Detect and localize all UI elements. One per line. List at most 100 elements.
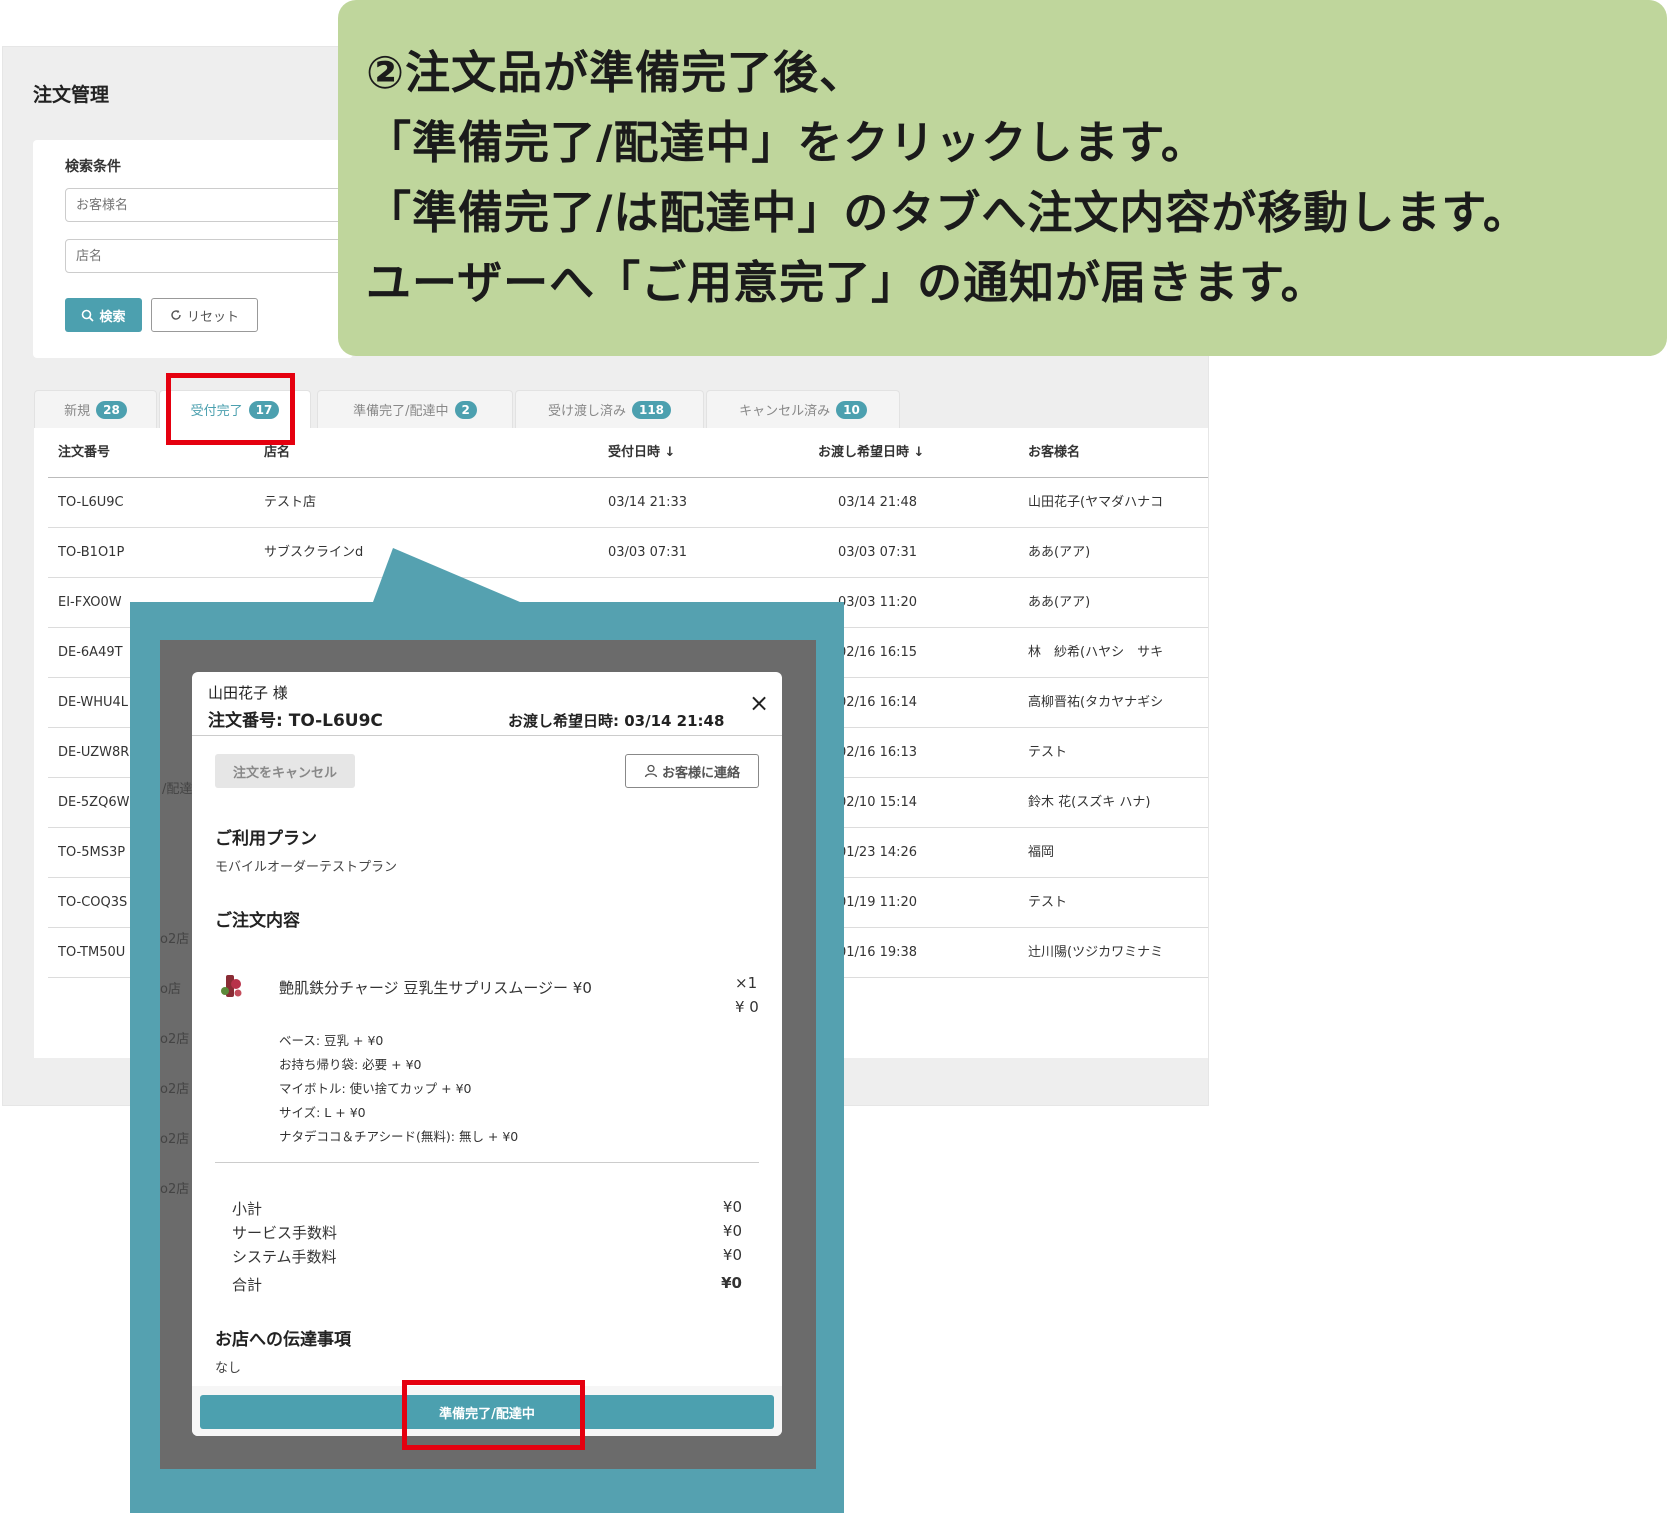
highlight-accepted-tab bbox=[166, 373, 295, 445]
backdrop-text: o2店 bbox=[160, 932, 190, 947]
contact-button-label: お客様に連絡 bbox=[661, 765, 740, 781]
item-option: ナタデココ＆チアシード(無料): 無し + ¥0 bbox=[279, 1129, 519, 1144]
plan-name: モバイルオーダーテストプラン bbox=[215, 860, 398, 875]
tab-label: 受け渡し済み bbox=[547, 404, 626, 419]
column-header-pickup-at[interactable]: お渡し希望日時 ↓ bbox=[818, 428, 1008, 478]
service-fee-value: ¥0 bbox=[722, 1222, 742, 1240]
plan-heading: ご利用プラン bbox=[215, 829, 317, 849]
column-header-store[interactable]: 店名 bbox=[264, 428, 584, 478]
pickup-datetime: お渡し希望日時: 03/14 21:48 bbox=[508, 712, 725, 730]
customer-name: 山田花子 様 bbox=[208, 684, 288, 702]
subtotal-label: 小計 bbox=[232, 1200, 263, 1218]
search-button[interactable]: 検索 bbox=[65, 298, 142, 332]
order-number: 注文番号: TO-L6U9C bbox=[208, 711, 383, 731]
callout-text: ②注文品が準備完了後、 「準備完了/配達中」をクリックします。 「準備完了/は配… bbox=[366, 38, 1529, 318]
cell-customer: 福岡 bbox=[1028, 845, 1055, 860]
cell-customer: 林 紗希(ハヤシ サキ bbox=[1028, 645, 1164, 660]
item-option: お持ち帰り袋: 必要 + ¥0 bbox=[279, 1057, 422, 1072]
backdrop-text: o2店 bbox=[160, 1032, 190, 1047]
highlight-ready-button bbox=[402, 1380, 585, 1450]
table-row[interactable]: TO-L6U9C テスト店 03/14 21:33 03/14 21:48 山田… bbox=[48, 478, 1208, 528]
page-title: 注文管理 bbox=[33, 84, 110, 106]
tab-label: キャンセル済み bbox=[739, 404, 831, 419]
cell-customer: 鈴木 花(スズキ ハナ) bbox=[1028, 795, 1151, 810]
item-price: ¥ 0 bbox=[735, 998, 759, 1016]
total-label: 合計 bbox=[232, 1276, 263, 1294]
service-fee-label: サービス手数料 bbox=[232, 1224, 338, 1242]
tab-ready-delivering[interactable]: 準備完了/配達中 2 bbox=[317, 390, 513, 428]
cell-customer: 辻川陽(ツジカワミナミ bbox=[1028, 945, 1164, 960]
item-name: 艶肌鉄分チャージ 豆乳生サプリスムージー ¥0 bbox=[279, 979, 592, 997]
reset-button-label: リセット bbox=[186, 309, 239, 325]
customer-name-input[interactable] bbox=[65, 188, 365, 222]
instruction-callout: ②注文品が準備完了後、 「準備完了/配達中」をクリックします。 「準備完了/は配… bbox=[338, 0, 1667, 356]
item-option: マイボトル: 使い捨てカップ + ¥0 bbox=[279, 1081, 472, 1096]
search-icon bbox=[82, 309, 95, 322]
backdrop-text: o2店 bbox=[160, 1132, 190, 1147]
tab-label: 新規 bbox=[64, 404, 91, 419]
order-contents-heading: ご注文内容 bbox=[215, 911, 300, 931]
refresh-icon bbox=[171, 310, 181, 320]
cancel-order-button[interactable]: 注文をキャンセル bbox=[215, 754, 355, 788]
cell-customer: テスト bbox=[1028, 895, 1068, 910]
tab-count-badge: 10 bbox=[836, 400, 867, 419]
cell-order-no: TO-B1O1P bbox=[58, 545, 125, 560]
close-icon[interactable]: × bbox=[748, 691, 770, 715]
tab-count-badge: 28 bbox=[96, 400, 127, 419]
callout-line: 「準備完了/配達中」をクリックします。 bbox=[366, 116, 1207, 169]
cell-pickup-at: 01/23 14:26 bbox=[838, 845, 918, 860]
backdrop-text: o2店 bbox=[160, 1082, 190, 1097]
cell-pickup-at: 02/16 16:15 bbox=[838, 645, 918, 660]
callout-line: 「準備完了/は配達中」のタブへ注文内容が移動します。 bbox=[366, 186, 1529, 239]
tab-new[interactable]: 新規 28 bbox=[34, 390, 157, 428]
search-heading: 検索条件 bbox=[65, 159, 121, 175]
search-button-label: 検索 bbox=[99, 309, 126, 325]
store-note-heading: お店への伝達事項 bbox=[215, 1330, 351, 1350]
reset-button[interactable]: リセット bbox=[151, 298, 258, 332]
tab-label: 準備完了/配達中 bbox=[353, 404, 449, 419]
cell-store: サブスクラインd bbox=[264, 545, 364, 560]
search-card: 検索条件 検索 リセット bbox=[33, 140, 365, 358]
cell-customer: 山田花子(ヤマダハナコ bbox=[1028, 495, 1164, 510]
tab-cancelled[interactable]: キャンセル済み 10 bbox=[706, 390, 900, 428]
cell-pickup-at: 02/16 16:13 bbox=[838, 745, 918, 760]
table-row[interactable]: TO-B1O1P サブスクラインd 03/03 07:31 03/03 07:3… bbox=[48, 528, 1208, 578]
cell-customer: テスト bbox=[1028, 745, 1068, 760]
user-icon bbox=[644, 764, 658, 778]
item-option: ベース: 豆乳 + ¥0 bbox=[279, 1033, 384, 1048]
callout-line: ②注文品が準備完了後、 bbox=[366, 46, 866, 99]
cell-customer: ああ(アア) bbox=[1028, 545, 1091, 560]
cell-pickup-at: 03/03 07:31 bbox=[838, 545, 918, 560]
system-fee-value: ¥0 bbox=[722, 1246, 742, 1264]
cell-store: テスト店 bbox=[264, 495, 317, 510]
order-detail-modal: 山田花子 様 注文番号: TO-L6U9C お渡し希望日時: 03/14 21:… bbox=[192, 672, 782, 1436]
cell-order-no: TO-L6U9C bbox=[58, 495, 124, 510]
item-quantity: ×1 bbox=[735, 974, 758, 992]
divider bbox=[215, 1162, 759, 1163]
contact-customer-button[interactable]: お客様に連絡 bbox=[625, 754, 759, 788]
cell-received-at: 03/14 21:33 bbox=[608, 495, 688, 510]
store-note: なし bbox=[215, 1361, 242, 1376]
cell-pickup-at: 02/16 16:14 bbox=[838, 695, 918, 710]
modal-header: 山田花子 様 注文番号: TO-L6U9C お渡し希望日時: 03/14 21:… bbox=[192, 672, 782, 736]
tab-handed-over[interactable]: 受け渡し済み 118 bbox=[515, 390, 704, 428]
cell-pickup-at: 03/03 11:20 bbox=[838, 595, 918, 610]
item-option: サイズ: L + ¥0 bbox=[279, 1105, 366, 1120]
column-header-customer[interactable]: お客様名 bbox=[1028, 428, 1208, 478]
cell-pickup-at: 03/14 21:48 bbox=[838, 495, 918, 510]
system-fee-label: システム手数料 bbox=[232, 1248, 337, 1266]
product-thumbnail-icon bbox=[221, 975, 242, 997]
store-name-input[interactable] bbox=[65, 239, 365, 273]
backdrop-text: o2店 bbox=[160, 1182, 190, 1197]
column-header-received-at[interactable]: 受付日時 ↓ bbox=[608, 428, 798, 478]
cell-pickup-at: 02/10 15:14 bbox=[838, 795, 918, 810]
cell-customer: 高柳晋祐(タカヤナギシ bbox=[1028, 695, 1164, 710]
cell-pickup-at: 01/19 11:20 bbox=[838, 895, 918, 910]
callout-line: ユーザーへ「ご用意完了」の通知が届きます。 bbox=[366, 256, 1327, 309]
tab-count-badge: 2 bbox=[454, 400, 477, 419]
cell-received-at: 03/03 07:31 bbox=[608, 545, 688, 560]
subtotal-value: ¥0 bbox=[722, 1198, 742, 1216]
cell-customer: ああ(アア) bbox=[1028, 595, 1091, 610]
total-value: ¥0 bbox=[721, 1274, 742, 1292]
backdrop-text: /配達 bbox=[162, 782, 193, 797]
